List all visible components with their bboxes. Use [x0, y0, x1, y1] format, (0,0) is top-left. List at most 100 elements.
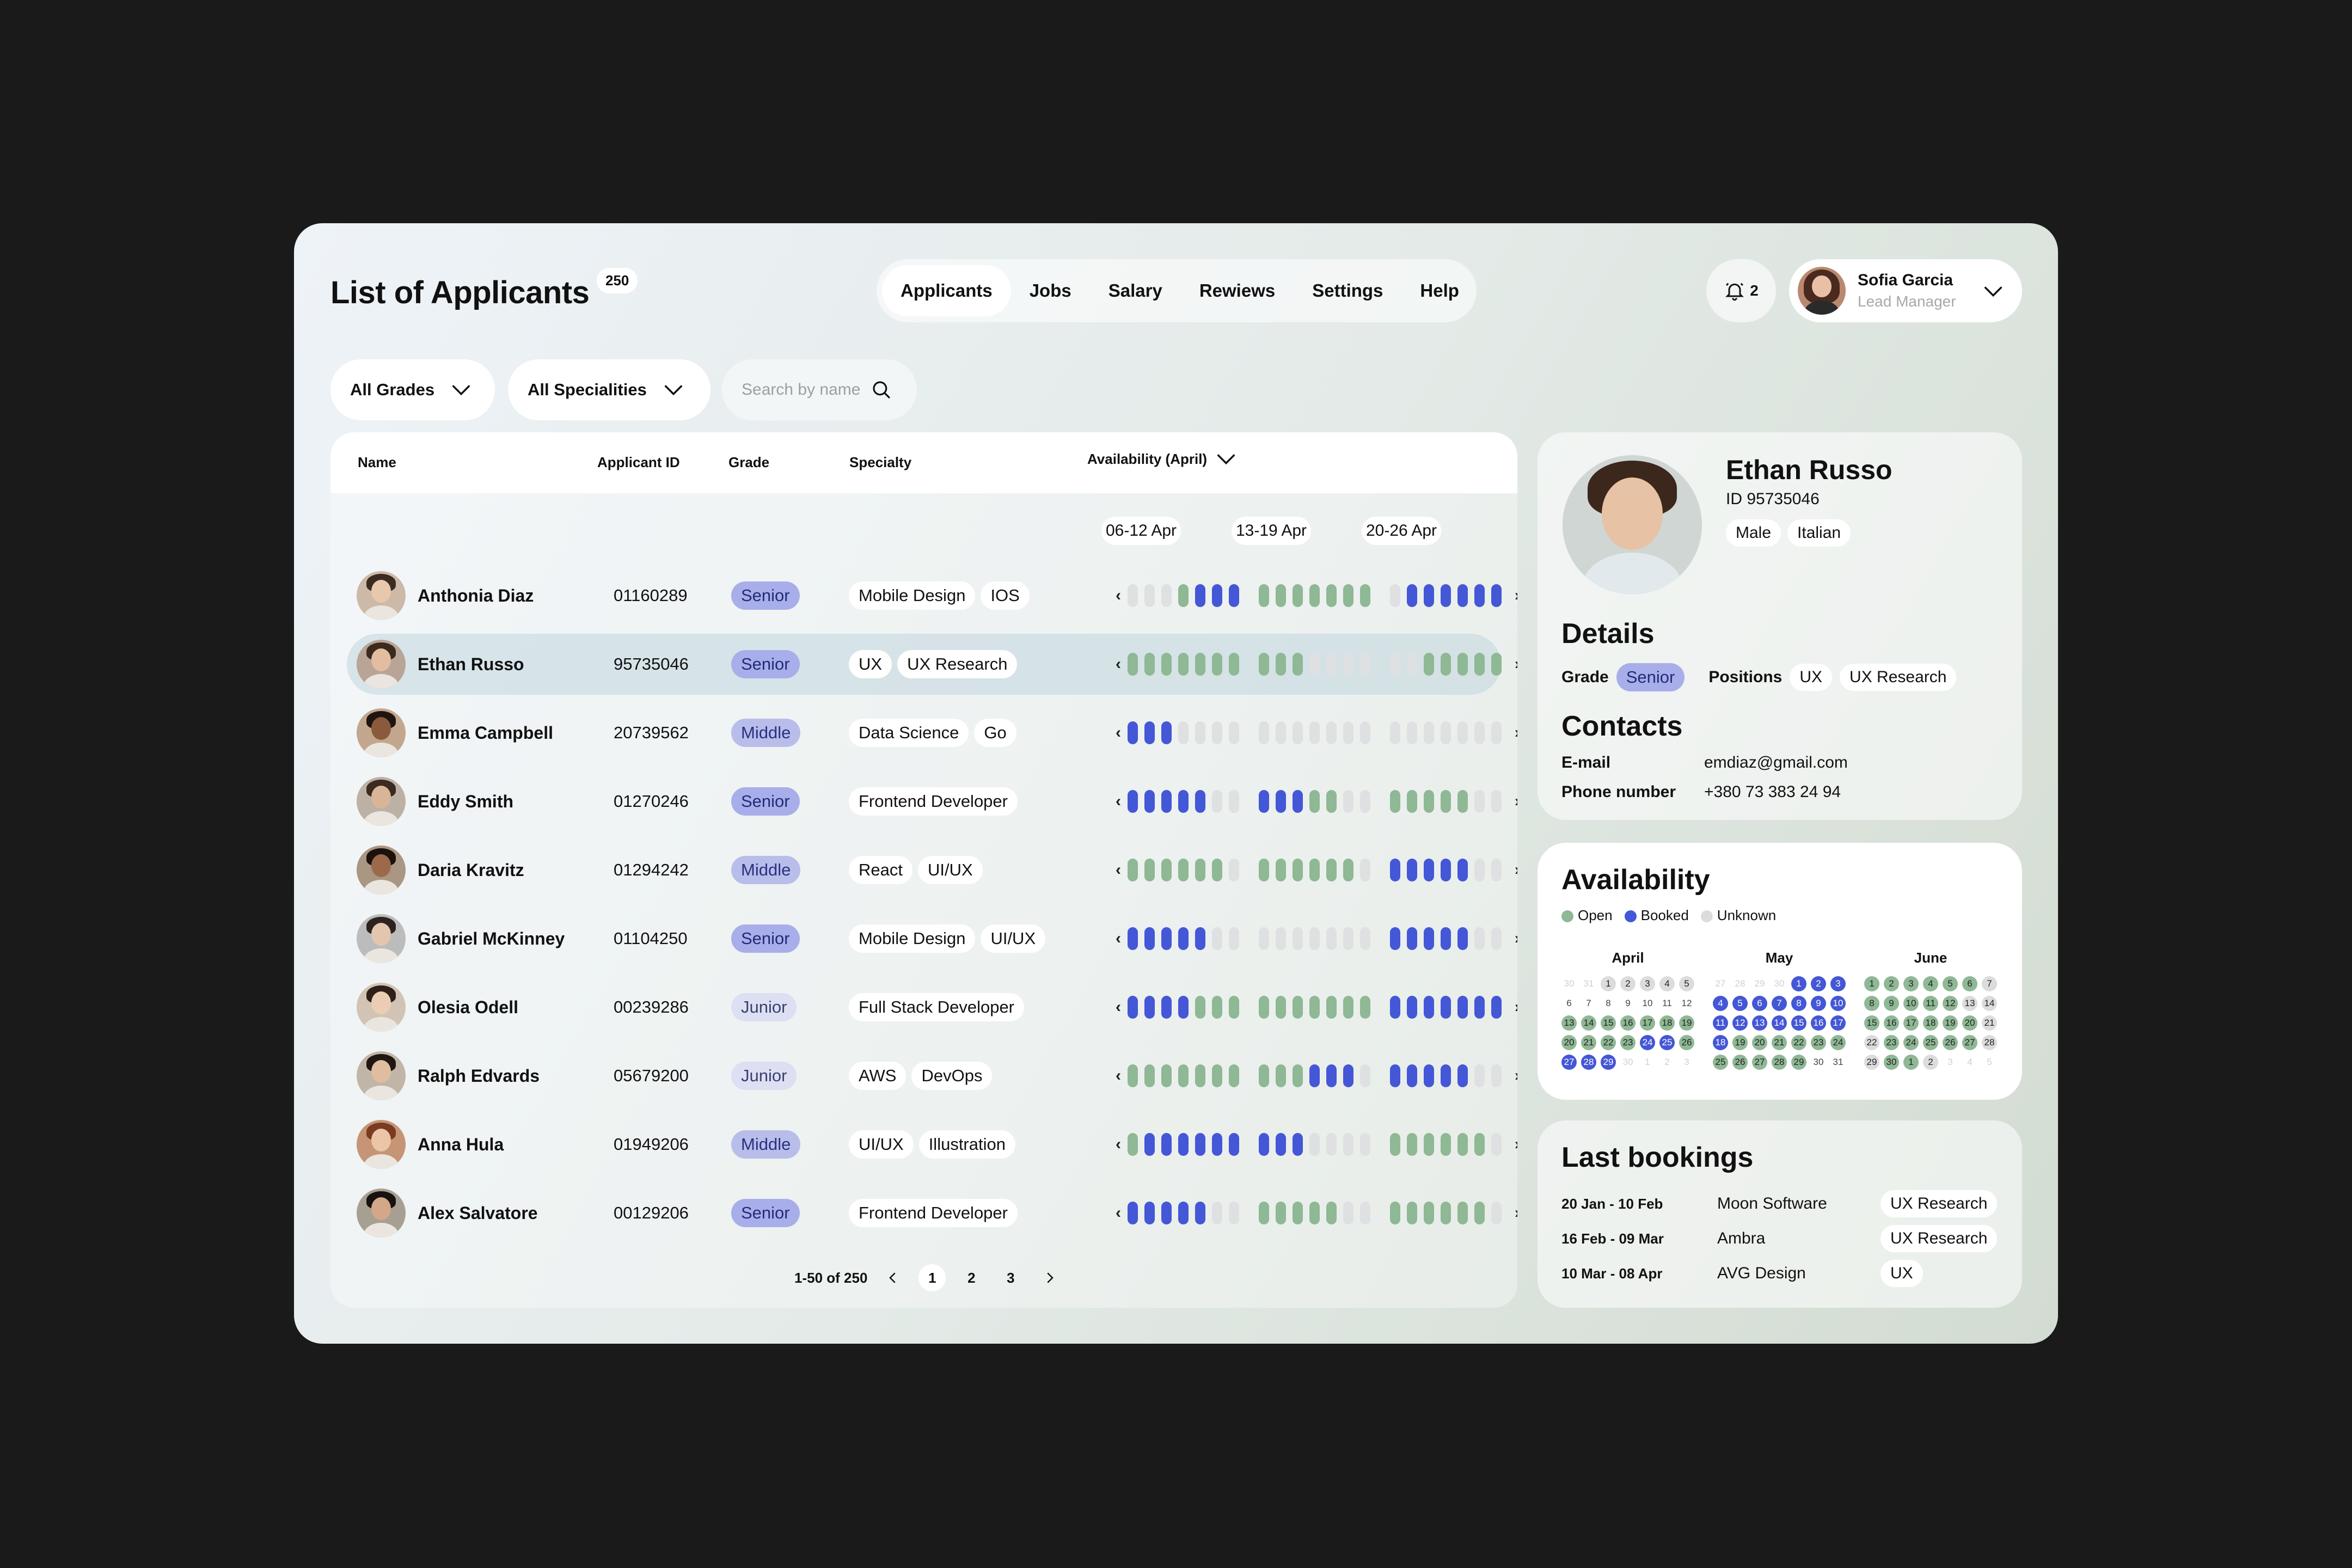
calendar-day[interactable]: 28: [1581, 1055, 1596, 1070]
calendar-day[interactable]: 13: [1752, 1015, 1767, 1031]
booking-row[interactable]: 10 Mar - 08 Apr AVG Design UX: [1561, 1260, 2008, 1287]
calendar-day[interactable]: 19: [1943, 1015, 1958, 1031]
calendar-day[interactable]: 6: [1962, 976, 1977, 991]
calendar-day[interactable]: 2: [1811, 976, 1826, 991]
calendar-day[interactable]: 5: [1943, 976, 1958, 991]
calendar-day[interactable]: 14: [1772, 1015, 1787, 1031]
calendar-day[interactable]: 17: [1903, 1015, 1919, 1031]
calendar-day[interactable]: 9: [1620, 996, 1636, 1011]
chevron-right-icon[interactable]: ›: [1515, 1135, 1517, 1154]
calendar-day[interactable]: 20: [1752, 1035, 1767, 1050]
calendar-day[interactable]: 8: [1791, 996, 1806, 1011]
calendar-day[interactable]: 10: [1640, 996, 1655, 1011]
calendar-day[interactable]: 28: [1982, 1035, 1997, 1050]
calendar-day[interactable]: 4: [1713, 996, 1728, 1011]
calendar-day[interactable]: 1: [1640, 1055, 1655, 1070]
table-row[interactable]: Olesia Odell 00239286 Junior Full Stack Dev…: [347, 977, 1517, 1038]
calendar-day[interactable]: 4: [1962, 1055, 1977, 1070]
calendar-day[interactable]: 11: [1659, 996, 1675, 1011]
calendar-day[interactable]: 13: [1561, 1015, 1577, 1031]
calendar-day[interactable]: 24: [1903, 1035, 1919, 1050]
chevron-left-icon[interactable]: ‹: [1116, 655, 1121, 673]
speciality-filter-dropdown[interactable]: All Specialities: [508, 359, 710, 420]
calendar-day[interactable]: 26: [1943, 1035, 1958, 1050]
calendar-day[interactable]: 17: [1640, 1015, 1655, 1031]
chevron-right-icon[interactable]: ›: [1515, 724, 1517, 742]
chevron-left-icon[interactable]: ‹: [1116, 1135, 1121, 1154]
chevron-left-icon[interactable]: ‹: [1116, 929, 1121, 948]
calendar-day[interactable]: 17: [1830, 1015, 1846, 1031]
calendar-day[interactable]: 2: [1620, 976, 1636, 991]
email-value[interactable]: emdiaz@gmail.com: [1704, 754, 1848, 772]
calendar-day[interactable]: 22: [1601, 1035, 1616, 1050]
calendar-day[interactable]: 4: [1659, 976, 1675, 991]
calendar-day[interactable]: 11: [1923, 996, 1938, 1011]
calendar-day[interactable]: 8: [1864, 996, 1879, 1011]
calendar-day[interactable]: 3: [1640, 976, 1655, 991]
calendar-day[interactable]: 5: [1679, 976, 1694, 991]
calendar-day[interactable]: 18: [1713, 1035, 1728, 1050]
nav-reviews[interactable]: Rewiews: [1181, 265, 1294, 316]
chevron-right-icon[interactable]: ›: [1515, 586, 1517, 605]
calendar-day[interactable]: 20: [1962, 1015, 1977, 1031]
calendar-day[interactable]: 3: [1830, 976, 1846, 991]
calendar-day[interactable]: 3: [1903, 976, 1919, 991]
calendar-day[interactable]: 29: [1864, 1055, 1879, 1070]
calendar-day[interactable]: 30: [1884, 1055, 1899, 1070]
calendar-day[interactable]: 16: [1811, 1015, 1826, 1031]
notifications-button[interactable]: 2: [1706, 259, 1776, 322]
calendar-day[interactable]: 2: [1659, 1055, 1675, 1070]
prev-page-button[interactable]: [879, 1264, 906, 1291]
chevron-right-icon[interactable]: ›: [1515, 861, 1517, 879]
chevron-left-icon[interactable]: ‹: [1116, 1067, 1121, 1085]
calendar-day[interactable]: 28: [1732, 976, 1748, 991]
calendar-day[interactable]: 29: [1791, 1055, 1806, 1070]
chevron-right-icon[interactable]: ›: [1515, 655, 1517, 673]
calendar-day[interactable]: 4: [1923, 976, 1938, 991]
calendar-day[interactable]: 3: [1679, 1055, 1694, 1070]
calendar-day[interactable]: 26: [1679, 1035, 1694, 1050]
calendar-day[interactable]: 15: [1601, 1015, 1616, 1031]
chevron-right-icon[interactable]: ›: [1515, 1067, 1517, 1085]
booking-row[interactable]: 20 Jan - 10 Feb Moon Software UX Research: [1561, 1190, 2008, 1217]
calendar-day[interactable]: 27: [1752, 1055, 1767, 1070]
table-row[interactable]: Ethan Russo95735046SeniorUXUX Research‹›: [347, 634, 1517, 695]
calendar-day[interactable]: 30: [1620, 1055, 1636, 1070]
calendar-day[interactable]: 10: [1903, 996, 1919, 1011]
chevron-left-icon[interactable]: ‹: [1116, 861, 1121, 879]
calendar-day[interactable]: 18: [1923, 1015, 1938, 1031]
booking-row[interactable]: 16 Feb - 09 Mar Ambra UX Research: [1561, 1225, 2008, 1252]
nav-help[interactable]: Help: [1401, 265, 1478, 316]
nav-salary[interactable]: Salary: [1090, 265, 1181, 316]
calendar-day[interactable]: 12: [1943, 996, 1958, 1011]
calendar-day[interactable]: 16: [1884, 1015, 1899, 1031]
calendar-day[interactable]: 29: [1752, 976, 1767, 991]
calendar-day[interactable]: 26: [1732, 1055, 1748, 1070]
calendar-day[interactable]: 9: [1884, 996, 1899, 1011]
calendar-day[interactable]: 25: [1713, 1055, 1728, 1070]
calendar-day[interactable]: 6: [1561, 996, 1577, 1011]
calendar-day[interactable]: 14: [1982, 996, 1997, 1011]
calendar-day[interactable]: 7: [1581, 996, 1596, 1011]
calendar-day[interactable]: 11: [1713, 1015, 1728, 1031]
calendar-day[interactable]: 22: [1791, 1035, 1806, 1050]
calendar-day[interactable]: 12: [1732, 1015, 1748, 1031]
calendar-day[interactable]: 27: [1561, 1055, 1577, 1070]
calendar-day[interactable]: 24: [1830, 1035, 1846, 1050]
calendar-day[interactable]: 12: [1679, 996, 1694, 1011]
chevron-right-icon[interactable]: ›: [1515, 998, 1517, 1016]
chevron-left-icon[interactable]: ‹: [1116, 998, 1121, 1016]
calendar-day[interactable]: 13: [1962, 996, 1977, 1011]
calendar-day[interactable]: 21: [1581, 1035, 1596, 1050]
calendar-day[interactable]: 19: [1732, 1035, 1748, 1050]
chevron-right-icon[interactable]: ›: [1515, 929, 1517, 948]
calendar-day[interactable]: 30: [1772, 976, 1787, 991]
calendar-day[interactable]: 2: [1884, 976, 1899, 991]
nav-settings[interactable]: Settings: [1294, 265, 1401, 316]
calendar-day[interactable]: 27: [1713, 976, 1728, 991]
calendar-day[interactable]: 24: [1640, 1035, 1655, 1050]
calendar-day[interactable]: 18: [1659, 1015, 1675, 1031]
calendar-day[interactable]: 10: [1830, 996, 1846, 1011]
calendar-day[interactable]: 29: [1601, 1055, 1616, 1070]
table-row[interactable]: Anthonia Diaz 01160289 Senior Mobile Design…: [347, 565, 1517, 626]
